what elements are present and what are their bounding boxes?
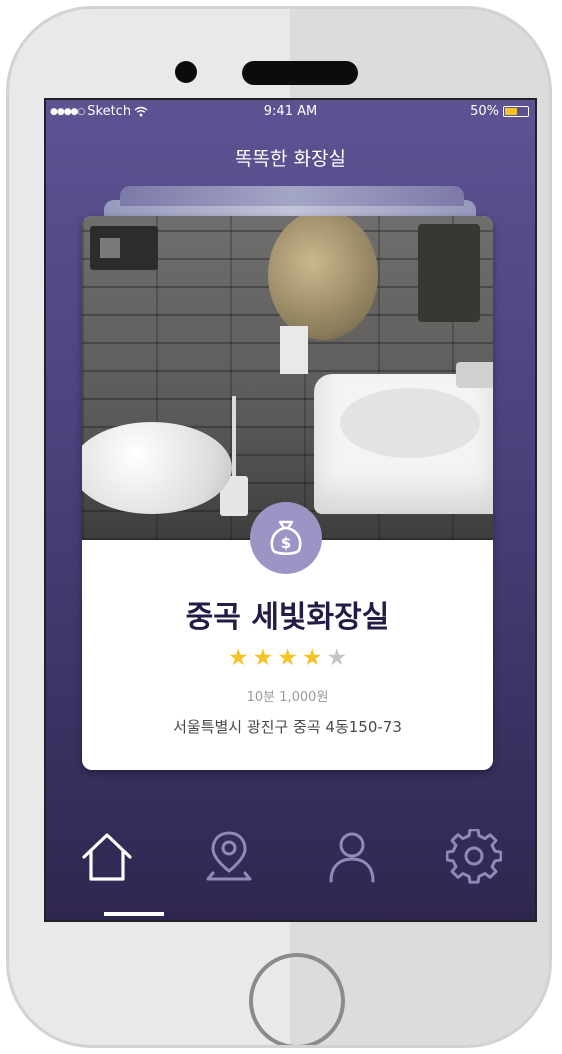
- star-empty-icon: ★: [326, 645, 348, 671]
- tab-map[interactable]: [194, 822, 264, 892]
- battery-info: 50%: [470, 104, 529, 119]
- rating-stars: ★ ★ ★ ★ ★: [82, 646, 493, 670]
- app-screen: ●●●●○ Sketch 9:41 AM 50% 똑똑한 화장실 $ 중곡 세빛…: [44, 98, 537, 922]
- tab-profile[interactable]: [317, 822, 387, 892]
- battery-icon: [503, 106, 529, 117]
- restroom-card[interactable]: $ 중곡 세빛화장실 ★ ★ ★ ★ ★ 10분 1,000원 서울특별시 광진…: [82, 216, 493, 770]
- tab-settings[interactable]: [439, 822, 509, 892]
- address-text: 서울특별시 광진구 중곡 4동150-73: [173, 718, 402, 736]
- front-camera: [175, 61, 197, 83]
- status-time: 9:41 AM: [263, 104, 318, 119]
- battery-percent: 50%: [470, 104, 499, 119]
- restroom-photo: [82, 216, 493, 540]
- star-filled-icon: ★: [227, 645, 249, 671]
- bottom-tab-bar: [46, 822, 535, 892]
- money-bag-icon: $: [250, 502, 322, 574]
- star-filled-icon: ★: [277, 645, 298, 671]
- tab-home[interactable]: [72, 822, 142, 892]
- status-bar: ●●●●○ Sketch 9:41 AM 50%: [46, 100, 535, 124]
- home-icon: [82, 833, 132, 881]
- gear-icon: [445, 829, 502, 884]
- user-icon: [329, 832, 375, 883]
- earpiece-speaker: [242, 61, 358, 85]
- star-filled-icon: ★: [301, 645, 323, 671]
- price-info: 10분 1,000원: [246, 690, 329, 705]
- home-button[interactable]: [249, 953, 345, 1045]
- map-pin-icon: [206, 831, 252, 881]
- place-name: 중곡 세빛화장실: [185, 600, 390, 635]
- card-stack-back-far: [120, 186, 464, 206]
- page-title: 똑똑한 화장실: [235, 148, 346, 170]
- star-filled-icon: ★: [252, 645, 274, 671]
- active-tab-indicator: [104, 912, 164, 916]
- svg-text:$: $: [281, 534, 291, 552]
